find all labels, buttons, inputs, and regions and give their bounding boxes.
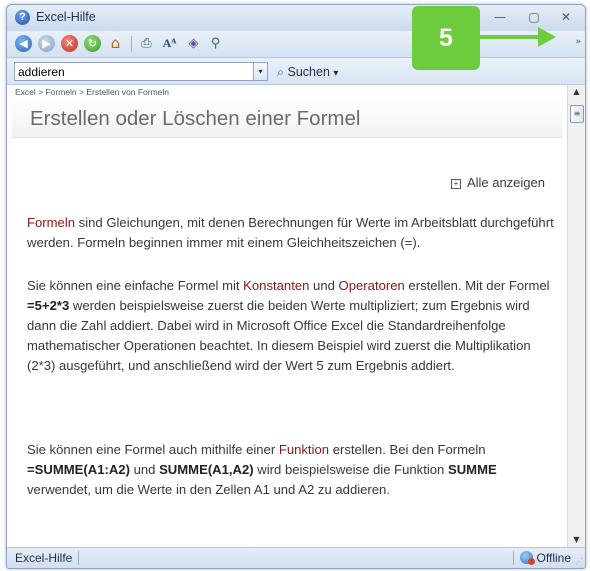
forward-icon[interactable]: ▶ [38, 35, 55, 52]
toolbar-separator [131, 36, 132, 52]
formula-example: SUMME(A1,A2) [159, 462, 254, 477]
pin-icon[interactable]: ⚲ [207, 35, 224, 52]
show-all-link[interactable]: + Alle anzeigen [450, 175, 545, 190]
help-window: ? Excel-Hilfe — ▢ ✕ ◀ ▶ ✕ ↻ ⌂ ⎙ Aᴬ ◈ ⚲ »… [6, 4, 586, 569]
resize-grip-icon[interactable]: ⋰ [575, 557, 583, 566]
back-icon[interactable]: ◀ [15, 35, 32, 52]
callout-arrow-icon [478, 27, 556, 47]
text-size-icon[interactable]: Aᴬ [161, 35, 178, 52]
help-icon: ? [15, 10, 30, 25]
chevron-down-icon: ▾ [333, 68, 339, 79]
scroll-down-icon[interactable]: ▼ [568, 533, 585, 547]
paragraph-text: verwendet, um die Werte in den Zellen A1… [27, 482, 390, 497]
window-title: Excel-Hilfe [36, 10, 96, 24]
connection-status-label: Offline [536, 551, 571, 565]
step-callout-badge: 5 [412, 6, 480, 70]
offline-icon [519, 551, 535, 565]
scroll-thumb[interactable]: ≡ [570, 105, 584, 123]
connection-status[interactable]: Offline [512, 551, 571, 565]
status-app-name: Excel-Hilfe [15, 551, 80, 565]
paragraph-text: Sie können eine Formel auch mithilfe ein… [27, 442, 279, 457]
search-bar: ▾ ⌕ Suchen ▾ [7, 58, 585, 85]
paragraph-text: und [309, 278, 339, 293]
print-icon[interactable]: ⎙ [138, 35, 155, 52]
function-name: SUMME [447, 462, 497, 477]
link-konstanten[interactable]: Konstanten [243, 278, 309, 293]
vertical-scrollbar[interactable]: ▲ ≡ ▼ [567, 85, 585, 547]
paragraph-text: werden beispielsweise zuerst die beiden … [27, 298, 531, 373]
expand-icon: + [450, 179, 461, 189]
paragraph-text: wird beispielsweise die Funktion [253, 462, 448, 477]
link-operatoren[interactable]: Operatoren [339, 278, 405, 293]
search-input[interactable] [14, 62, 254, 81]
link-funktion[interactable]: Funktion [279, 442, 329, 457]
paragraph-text: und [129, 462, 160, 477]
close-button[interactable]: ✕ [555, 9, 577, 26]
help-content: Excel > Formeln > Erstellen von Formeln … [7, 85, 567, 547]
home-icon[interactable]: ⌂ [107, 35, 124, 52]
paragraph-formulas: Formeln sind Gleichungen, mit denen Bere… [27, 213, 562, 253]
paragraph-text: erstellen. Bei den Formeln [329, 442, 486, 457]
search-button[interactable]: ⌕ Suchen ▾ [277, 63, 338, 81]
paragraph-simple-formula: Sie können eine einfache Formel mit Kons… [27, 276, 562, 376]
paragraph-function-formula: Sie können eine Formel auch mithilfe ein… [27, 440, 562, 500]
link-formeln[interactable]: Formeln [27, 215, 75, 230]
formula-example: =SUMME(A1:A2) [27, 462, 130, 477]
search-button-label: Suchen [287, 65, 330, 79]
breadcrumb[interactable]: Excel > Formeln > Erstellen von Formeln [15, 87, 169, 97]
formula-example: =5+2*3 [27, 298, 70, 313]
scroll-up-icon[interactable]: ▲ [568, 85, 585, 99]
stop-icon[interactable]: ✕ [61, 35, 78, 52]
show-all-label: Alle anzeigen [466, 175, 545, 190]
paragraph-text: Sie können eine einfache Formel mit [27, 278, 244, 293]
paragraph-text: erstellen. Mit der Formel [404, 278, 550, 293]
toolbar-overflow-icon[interactable]: » [575, 37, 581, 47]
toc-icon[interactable]: ◈ [185, 35, 202, 52]
refresh-icon[interactable]: ↻ [84, 35, 101, 52]
search-icon: ⌕ [277, 65, 285, 79]
status-bar: Excel-Hilfe Offline ⋰ [7, 547, 585, 568]
paragraph-text: sind Gleichungen, mit denen Berechnungen… [27, 215, 554, 250]
page-title: Erstellen oder Löschen einer Formel [30, 107, 361, 130]
search-dropdown-button[interactable]: ▾ [253, 62, 268, 81]
